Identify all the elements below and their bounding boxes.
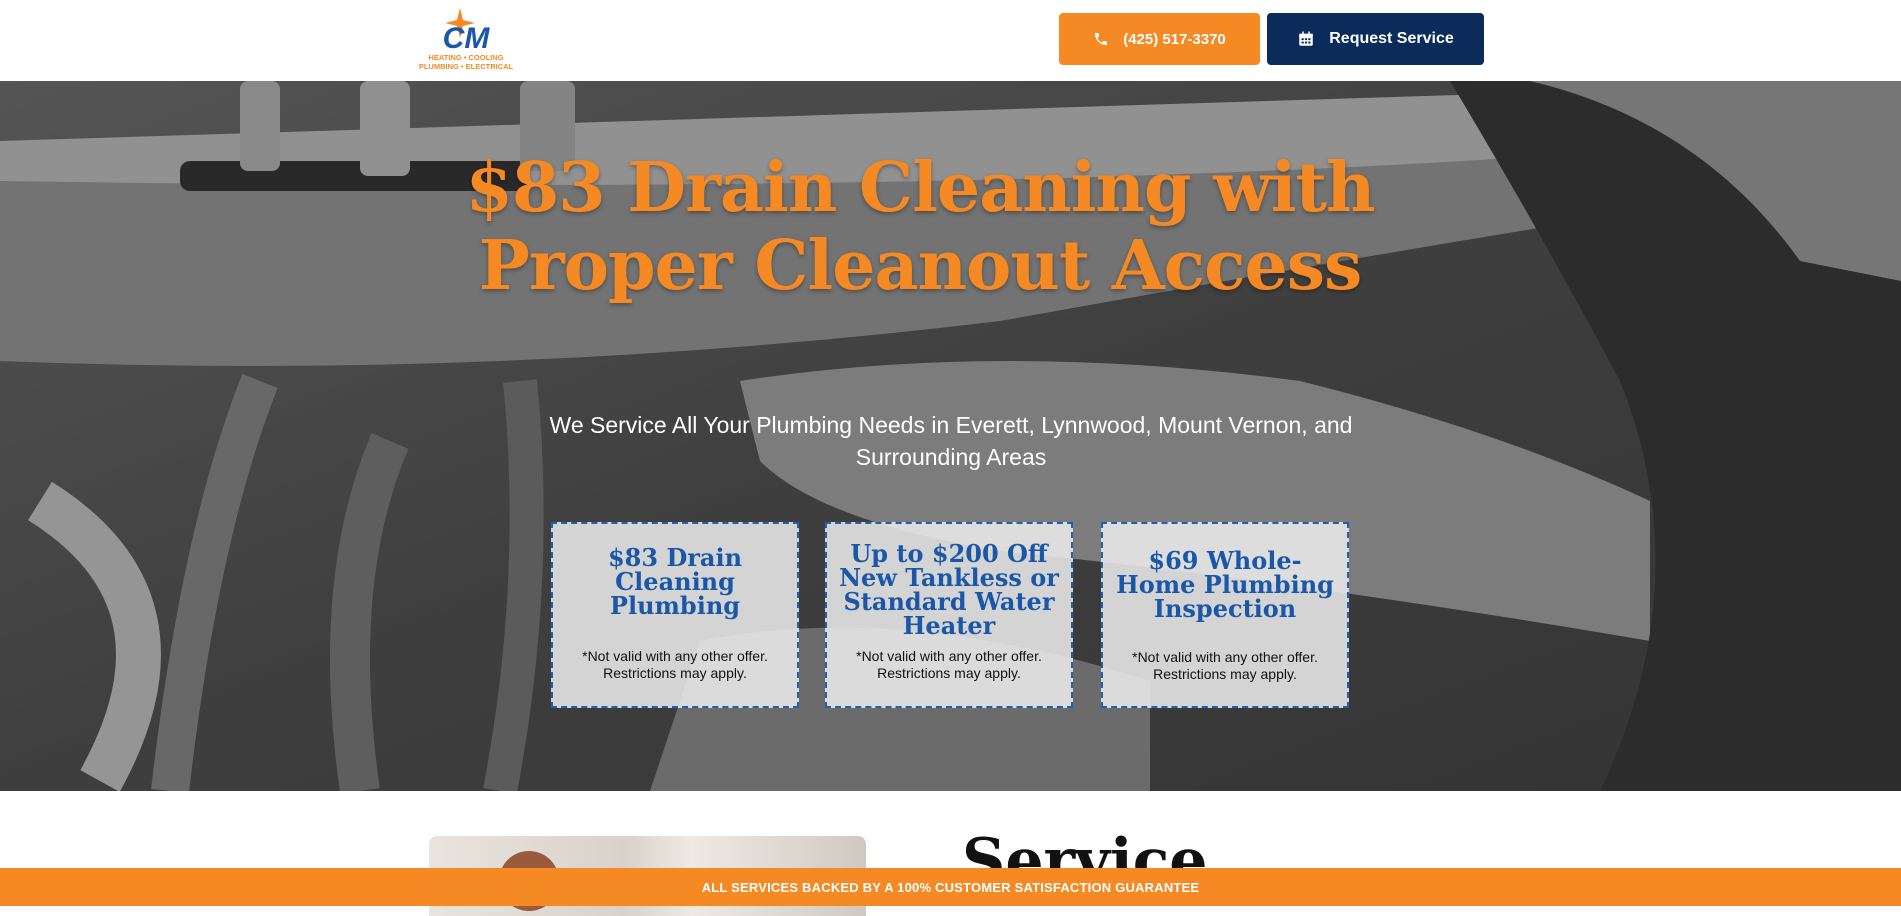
company-logo[interactable]: CM HEATING • COOLING PLUMBING • ELECTRIC… [413, 8, 519, 72]
request-service-label: Request Service [1329, 30, 1454, 47]
offer-disclaimer: *Not valid with any other offer. Restric… [582, 648, 768, 681]
offer-disclaimer: *Not valid with any other offer. Restric… [856, 648, 1042, 681]
guarantee-text: ALL SERVICES BACKED BY A 100% CUSTOMER S… [701, 879, 1200, 895]
logo-tagline-1: HEATING • COOLING [429, 53, 504, 62]
site-header: CM HEATING • COOLING PLUMBING • ELECTRIC… [0, 0, 1901, 81]
logo-mark: CM [443, 22, 491, 55]
phone-button[interactable]: (425) 517-3370 [1059, 13, 1260, 65]
hero-subtitle: We Service All Your Plumbing Needs in Ev… [549, 412, 1353, 470]
hero-title-line-2: Proper Cleanout Access [478, 226, 1363, 306]
hero-title: $83 Drain Cleaning with Proper Cleanout … [420, 149, 1420, 305]
logo-tagline-2: PLUMBING • ELECTRICAL [419, 62, 514, 71]
hero-section: $83 Drain Cleaning with Proper Cleanout … [0, 81, 1901, 791]
hero-title-line-1: $83 Drain Cleaning with [465, 148, 1376, 228]
offer-title: $83 Drain Cleaning Plumbing [607, 543, 743, 620]
phone-icon [1093, 31, 1109, 47]
offer-card[interactable]: Up to $200 Off New Tankless or Standard … [825, 522, 1073, 708]
offer-title: Up to $200 Off New Tankless or Standard … [839, 539, 1059, 640]
offer-card[interactable]: $83 Drain Cleaning Plumbing *Not valid w… [551, 522, 799, 708]
request-service-button[interactable]: Request Service [1267, 13, 1484, 65]
calendar-icon [1297, 30, 1315, 48]
phone-number-label: (425) 517-3370 [1123, 30, 1226, 48]
offer-title: $69 Whole-Home Plumbing Inspection [1116, 546, 1334, 623]
offer-disclaimer: *Not valid with any other offer. Restric… [1132, 649, 1318, 682]
offer-card[interactable]: $69 Whole-Home Plumbing Inspection *Not … [1101, 522, 1349, 708]
offers-row: $83 Drain Cleaning Plumbing *Not valid w… [551, 522, 1351, 712]
guarantee-bar: ALL SERVICES BACKED BY A 100% CUSTOMER S… [0, 868, 1901, 906]
